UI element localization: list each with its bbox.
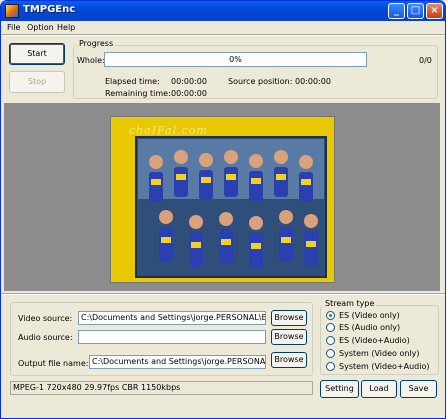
stream-type-option-label: System (Video only) (339, 349, 420, 358)
output-browse-button[interactable]: Browse (271, 352, 307, 368)
remaining-value: 00:00:00 (171, 89, 207, 98)
status-bar: MPEG-1 720x480 29.97fps CBR 1150kbps (10, 381, 313, 395)
output-file-label: Output file name: (18, 359, 89, 368)
save-button[interactable]: Save (400, 380, 437, 398)
stop-button[interactable]: Stop (9, 71, 65, 93)
remaining-label: Remaining time: (105, 89, 171, 98)
elapsed-label: Elapsed time: (105, 77, 160, 86)
load-button[interactable]: Load (361, 380, 397, 398)
files-separator (1, 293, 445, 295)
radio-button-icon[interactable] (326, 362, 335, 371)
menu-file[interactable]: File (7, 23, 20, 32)
radio-button-icon[interactable] (326, 336, 335, 345)
menu-option[interactable]: Option (27, 23, 54, 32)
audio-source-label: Audio source: (18, 333, 73, 342)
radio-button-icon[interactable] (326, 311, 335, 320)
video-source-label: Video source: (18, 314, 73, 323)
source-position-label: Source position: (228, 77, 293, 86)
window-title: TMPGEnc (23, 4, 76, 15)
progress-group-label: Progress (77, 39, 116, 48)
output-file-input[interactable]: C:\Documents and Settings\jorge.PERSONAL… (89, 355, 266, 369)
start-button[interactable]: Start (9, 43, 65, 65)
radio-button-icon[interactable] (326, 349, 335, 358)
setting-button[interactable]: Setting (320, 380, 359, 398)
stream-type-option-label: System (Video+Audio) (339, 362, 430, 371)
source-position-value: 00:00:00 (295, 77, 331, 86)
minimize-button[interactable]: _ (388, 3, 405, 19)
progress-count: 0/0 (419, 56, 432, 65)
audio-source-input[interactable] (78, 330, 266, 344)
audio-browse-button[interactable]: Browse (271, 329, 307, 345)
stream-type-option-label: ES (Video only) (339, 311, 400, 320)
menu-help[interactable]: Help (57, 23, 75, 32)
video-source-input[interactable]: C:\Documents and Settings\jorge.PERSONAL… (78, 311, 266, 325)
menu-bar: File Option Help (1, 21, 445, 34)
radio-button-icon[interactable] (326, 323, 335, 332)
menu-separator (1, 34, 445, 36)
preview-photo (135, 136, 327, 278)
preview-image: chaIFal.com (110, 116, 335, 283)
title-bar[interactable]: TMPGEnc _ □ × (1, 1, 445, 21)
stream-type-label: Stream type (323, 299, 377, 308)
whole-label: Whole: (77, 56, 105, 65)
elapsed-value: 00:00:00 (171, 77, 207, 86)
stream-type-option-label: ES (Video+Audio) (339, 336, 410, 345)
app-icon (5, 4, 19, 18)
maximize-button[interactable]: □ (407, 3, 424, 19)
progress-percent: 0% (229, 55, 242, 64)
radio-selected-dot (329, 314, 332, 317)
tmpgenc-window: TMPGEnc _ □ × File Option Help Start Sto… (0, 0, 446, 419)
whole-progress-bar: 0% (104, 52, 367, 67)
close-button[interactable]: × (426, 3, 443, 19)
stream-type-option-label: ES (Audio only) (339, 323, 401, 332)
video-browse-button[interactable]: Browse (271, 310, 307, 326)
